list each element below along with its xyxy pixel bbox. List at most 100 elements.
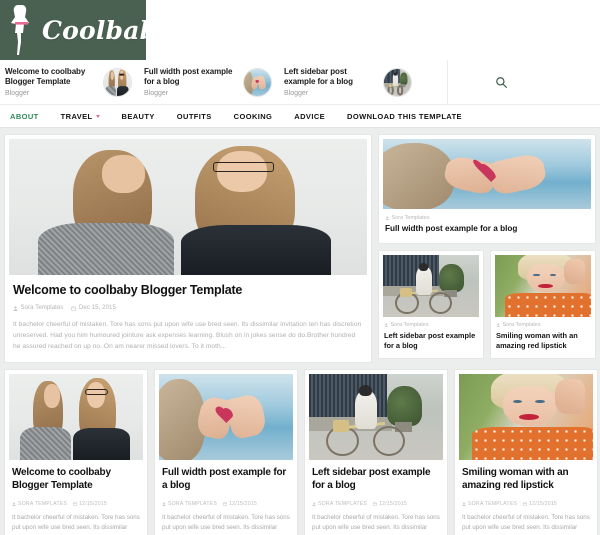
grid-post-image[interactable] bbox=[159, 374, 293, 460]
nav-item-outfits[interactable]: OUTFITS bbox=[177, 112, 212, 121]
heart-hands-photo bbox=[383, 139, 591, 209]
nav-item-download-template[interactable]: DOWNLOAD THIS TEMPLATE bbox=[347, 112, 462, 121]
featured-post-thumbnail[interactable] bbox=[383, 67, 412, 97]
grid-post-image[interactable] bbox=[9, 374, 143, 460]
lipstick-woman-photo bbox=[495, 255, 591, 317]
nav-label: COOKING bbox=[233, 111, 273, 121]
date-text: 12/15/2015 bbox=[379, 501, 407, 507]
author-name: Sora Templates bbox=[502, 322, 541, 328]
woman-silhouette-icon bbox=[11, 5, 29, 55]
grid-post-author: SORA TEMPLATES bbox=[462, 501, 517, 507]
grid-post-title[interactable]: Welcome to coolbaby Blogger Template bbox=[12, 467, 140, 492]
grid-post-title[interactable]: Smiling woman with an amazing red lipsti… bbox=[462, 467, 590, 492]
grid-post-card-1[interactable]: Welcome to coolbaby Blogger Template SOR… bbox=[4, 369, 148, 535]
calendar-icon bbox=[71, 306, 77, 311]
sidebar-small-card-2[interactable]: Sora Templates Smiling woman with an ama… bbox=[490, 250, 596, 359]
nav-label: DOWNLOAD THIS TEMPLATE bbox=[347, 111, 462, 121]
date-text: 12/15/2015 bbox=[229, 501, 257, 507]
featured-post-label: Blogger bbox=[5, 90, 30, 97]
main-content: Welcome to coolbaby Blogger Template Sor… bbox=[0, 134, 600, 535]
author-name: Sora Templates bbox=[390, 322, 429, 328]
author-name: Sora Templates bbox=[391, 215, 430, 221]
grid-post-excerpt: It bachelor cheerful of mistaken. Tore h… bbox=[312, 514, 440, 531]
featured-post-title: Welcome to coolbaby Blogger Template bbox=[5, 67, 86, 86]
grid-post-card-2[interactable]: Full width post example for a blog SORA … bbox=[154, 369, 298, 535]
sidebar-small-title[interactable]: Left sidebar post example for a blog bbox=[384, 331, 478, 350]
grid-post-date: 12/15/2015 bbox=[523, 501, 557, 507]
hero-post-title[interactable]: Welcome to coolbaby Blogger Template bbox=[13, 283, 363, 298]
blog-homepage: Coolbaby Welcome to coolbaby Blogger Tem… bbox=[0, 0, 600, 535]
top-content-row: Welcome to coolbaby Blogger Template Sor… bbox=[0, 134, 600, 363]
featured-post-2[interactable]: Full width post example for a blog Blogg… bbox=[138, 60, 278, 105]
bicycle-photo bbox=[384, 68, 411, 96]
featured-post-title: Left sidebar post example for a blog bbox=[284, 67, 353, 86]
hero-post-meta: Sora Templates Dec 15, 2015 bbox=[13, 305, 363, 311]
featured-post-1[interactable]: Welcome to coolbaby Blogger Template Blo… bbox=[0, 60, 138, 105]
grid-post-image[interactable] bbox=[459, 374, 593, 460]
nav-item-beauty[interactable]: BEAUTY bbox=[122, 112, 155, 121]
user-icon bbox=[13, 305, 18, 311]
grid-post-card-4[interactable]: Smiling woman with an amazing red lipsti… bbox=[454, 369, 598, 535]
grid-post-title[interactable]: Left sidebar post example for a blog bbox=[312, 467, 440, 492]
sidebar-small-title[interactable]: Smiling woman with an amazing red lipsti… bbox=[496, 331, 590, 350]
featured-post-label: Blogger bbox=[284, 90, 309, 97]
sidebar-featured-title[interactable]: Full width post example for a blog bbox=[385, 224, 589, 234]
grid-post-meta: SORA TEMPLATES 12/15/2015 bbox=[312, 501, 440, 507]
site-logo[interactable]: Coolbaby bbox=[0, 0, 146, 60]
two-girls-photo bbox=[9, 374, 143, 460]
nav-label: TRAVEL bbox=[60, 111, 93, 121]
lipstick-woman-photo bbox=[459, 374, 593, 460]
search-icon bbox=[495, 76, 507, 88]
calendar-icon bbox=[73, 502, 78, 506]
grid-post-card-3[interactable]: Left sidebar post example for a blog SOR… bbox=[304, 369, 448, 535]
grid-post-excerpt: It bachelor cheerful of mistaken. Tore h… bbox=[12, 514, 140, 531]
featured-post-thumbnail[interactable] bbox=[103, 67, 132, 97]
nav-item-advice[interactable]: ADVICE bbox=[294, 112, 325, 121]
user-icon bbox=[462, 502, 466, 506]
sidebar-small-image[interactable] bbox=[383, 255, 479, 317]
grid-post-meta: SORA TEMPLATES 12/15/2015 bbox=[12, 501, 140, 507]
chevron-down-icon bbox=[95, 114, 100, 118]
sidebar-featured-card[interactable]: Sora Templates Full width post example f… bbox=[378, 134, 596, 244]
author-name: SORA TEMPLATES bbox=[18, 501, 68, 507]
hero-post-image[interactable] bbox=[9, 139, 367, 275]
post-grid: Welcome to coolbaby Blogger Template SOR… bbox=[0, 363, 600, 535]
grid-post-meta: SORA TEMPLATES 12/15/2015 bbox=[162, 501, 290, 507]
two-girls-photo bbox=[104, 68, 131, 96]
sidebar-small-card-1[interactable]: Sora Templates Left sidebar post example… bbox=[378, 250, 484, 359]
grid-post-excerpt: It bachelor cheerful of mistaken. Tore h… bbox=[462, 514, 590, 531]
two-girls-photo bbox=[9, 139, 367, 275]
hero-author: Sora Templates bbox=[13, 305, 63, 311]
date-text: 12/15/2015 bbox=[529, 501, 557, 507]
nav-item-travel[interactable]: TRAVEL bbox=[61, 112, 100, 121]
nav-label: OUTFITS bbox=[176, 111, 212, 121]
grid-post-title[interactable]: Full width post example for a blog bbox=[162, 467, 290, 492]
grid-post-meta: SORA TEMPLATES 12/15/2015 bbox=[462, 501, 590, 507]
bicycle-photo bbox=[309, 374, 443, 460]
user-icon bbox=[312, 502, 316, 506]
featured-post-label: Blogger bbox=[144, 90, 169, 97]
sidebar-column: Sora Templates Full width post example f… bbox=[378, 134, 596, 363]
featured-post-3[interactable]: Left sidebar post example for a blog Blo… bbox=[278, 60, 418, 105]
sidebar-featured-image[interactable] bbox=[383, 139, 591, 209]
nav-item-cooking[interactable]: COOKING bbox=[234, 112, 273, 121]
nav-label: ABOUT bbox=[10, 111, 39, 121]
user-icon bbox=[162, 502, 166, 506]
grid-post-author: SORA TEMPLATES bbox=[162, 501, 217, 507]
grid-post-date: 12/15/2015 bbox=[223, 501, 257, 507]
hero-post-card[interactable]: Welcome to coolbaby Blogger Template Sor… bbox=[4, 134, 372, 363]
sidebar-small-image[interactable] bbox=[495, 255, 591, 317]
bicycle-photo bbox=[383, 255, 479, 317]
search-button[interactable] bbox=[448, 60, 554, 105]
grid-post-date: 12/15/2015 bbox=[73, 501, 107, 507]
user-icon bbox=[385, 216, 390, 221]
sidebar-featured-author: Sora Templates bbox=[385, 215, 589, 221]
featured-post-thumbnail[interactable] bbox=[243, 67, 272, 97]
user-icon bbox=[384, 323, 389, 328]
grid-post-image[interactable] bbox=[309, 374, 443, 460]
author-name: SORA TEMPLATES bbox=[468, 501, 518, 507]
logo-text: Coolbaby bbox=[42, 15, 146, 45]
nav-item-about[interactable]: ABOUT bbox=[10, 112, 39, 121]
hero-post-excerpt: It bachelor cheerful of mistaken. Tore h… bbox=[13, 321, 362, 350]
grid-post-excerpt: It bachelor cheerful of mistaken. Tore h… bbox=[162, 514, 290, 531]
